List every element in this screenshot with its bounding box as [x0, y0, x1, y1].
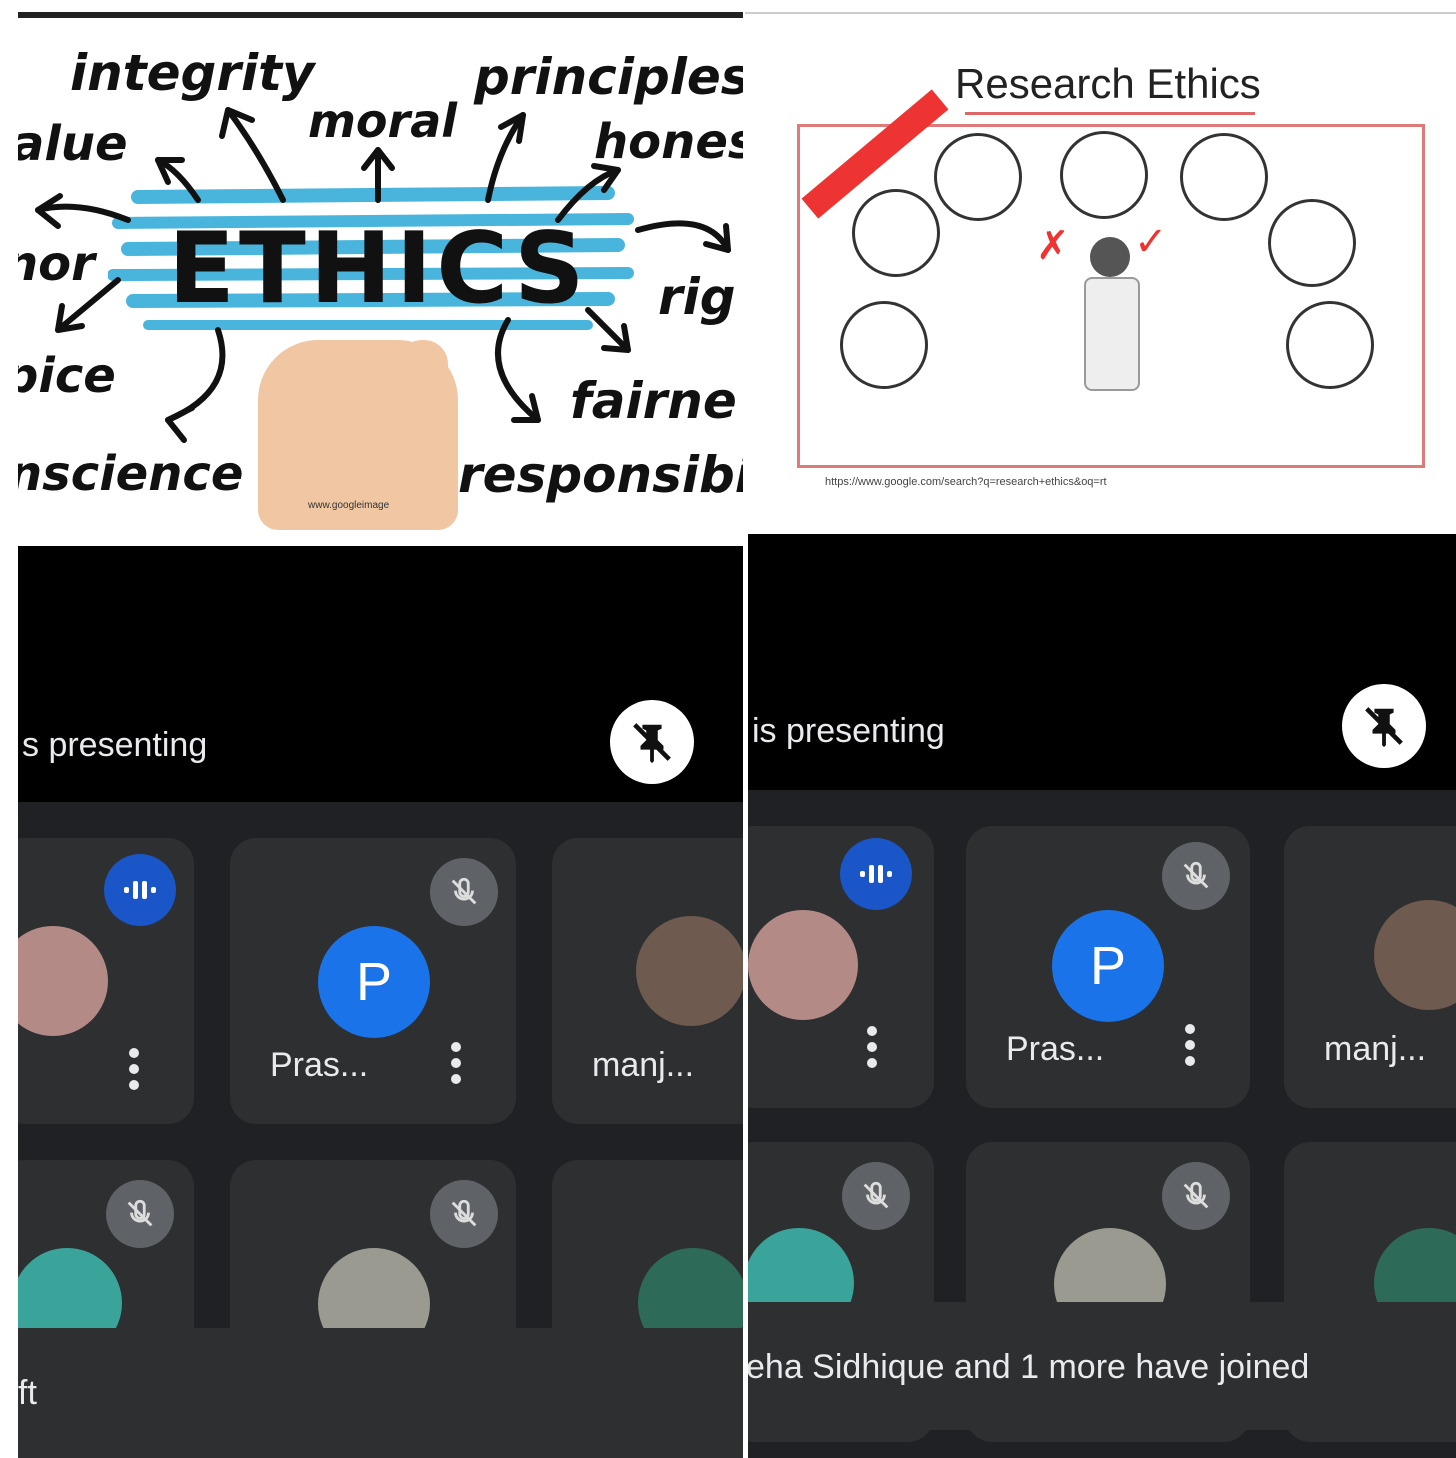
- presenting-label: is presenting: [752, 712, 945, 750]
- participant-avatar-photo: [636, 916, 743, 1026]
- unpin-icon: [1365, 707, 1403, 748]
- participant-grid: P Pras... manj... ft: [18, 802, 743, 1458]
- speaking-indicator-icon: [104, 854, 176, 926]
- infographic-circle-icon: [934, 133, 1022, 221]
- participant-avatar-photo: [748, 910, 858, 1020]
- participant-avatar-initial: P: [318, 926, 430, 1038]
- participant-avatar-initial: P: [1052, 910, 1164, 1022]
- join-notification-toast: eha Sidhique and 1 more have joined: [748, 1302, 1456, 1430]
- unpin-icon: [633, 723, 671, 764]
- participant-avatar-photo: [18, 926, 108, 1036]
- participant-grid: P Pras... manj... eha Sidhique and 1 mor…: [748, 790, 1456, 1458]
- check-mark-icon: ✓: [1134, 220, 1168, 264]
- infographic-circle-icon: [1060, 131, 1148, 219]
- more-options-icon[interactable]: [866, 1026, 878, 1072]
- research-ethics-title: Research Ethics: [955, 60, 1261, 107]
- more-options-icon[interactable]: [128, 1048, 140, 1094]
- meeting-panel-left: s presenting P Pras... manj... ft: [18, 546, 743, 1458]
- participant-avatar-photo: [1374, 900, 1456, 1010]
- participant-tile[interactable]: P Pras...: [966, 826, 1250, 1108]
- title-underline: [965, 112, 1255, 115]
- participant-name: Pras...: [1006, 1030, 1105, 1068]
- mic-off-icon: [1162, 1162, 1230, 1230]
- presenting-label: s presenting: [22, 726, 208, 764]
- mic-off-icon: [1162, 842, 1230, 910]
- participant-name: manj...: [1324, 1030, 1427, 1068]
- source-url: https://www.google.com/search?q=research…: [825, 476, 1107, 488]
- mic-off-icon: [106, 1180, 174, 1248]
- watermark-text: www.googleimage: [308, 500, 390, 511]
- participant-name: manj...: [592, 1046, 695, 1084]
- toast-text: ft: [18, 1374, 37, 1412]
- pointing-finger: [398, 340, 448, 440]
- infographic-frame: ✗ ✓: [797, 89, 1425, 468]
- unpin-button[interactable]: [610, 700, 694, 784]
- more-options-icon[interactable]: [450, 1042, 462, 1088]
- join-notification-toast: ft: [18, 1328, 743, 1458]
- researcher-head: [1090, 237, 1130, 277]
- infographic-circle-icon: [1180, 133, 1268, 221]
- infographic-circle-icon: [852, 189, 940, 277]
- mic-off-icon: [430, 1180, 498, 1248]
- research-ethics-slide-image: Research Ethics ✗ ✓ https://www.google.c…: [745, 0, 1456, 540]
- toast-text: eha Sidhique and 1 more have joined: [748, 1348, 1310, 1386]
- more-options-icon[interactable]: [1184, 1024, 1196, 1070]
- participant-tile[interactable]: manj...: [552, 838, 743, 1124]
- mic-off-icon: [842, 1162, 910, 1230]
- meeting-panel-right: is presenting P Pras... manj... eha Sidh…: [748, 534, 1456, 1458]
- unpin-button[interactable]: [1342, 684, 1426, 768]
- participant-name: Pras...: [270, 1046, 369, 1084]
- participant-tile[interactable]: [748, 826, 934, 1108]
- infographic-circle-icon: [1286, 301, 1374, 389]
- copyright-circle-icon: [1268, 199, 1356, 287]
- slide-top-border: [745, 12, 1456, 14]
- participant-tile[interactable]: manj...: [1284, 826, 1456, 1108]
- slide-top-border: [18, 12, 743, 18]
- word-responsibility: responsibi: [458, 446, 743, 504]
- ethics-slide-image: ETHICS integrity principles moral alue h…: [18, 0, 743, 540]
- speaking-indicator-icon: [840, 838, 912, 910]
- mic-off-icon: [430, 858, 498, 926]
- scales-circle-icon: [840, 301, 928, 389]
- researcher-figure: [1084, 277, 1140, 391]
- word-conscience: nscience: [18, 446, 244, 502]
- participant-tile[interactable]: P Pras...: [230, 838, 516, 1124]
- cross-mark-icon: ✗: [1036, 224, 1070, 268]
- participant-tile[interactable]: [18, 838, 194, 1124]
